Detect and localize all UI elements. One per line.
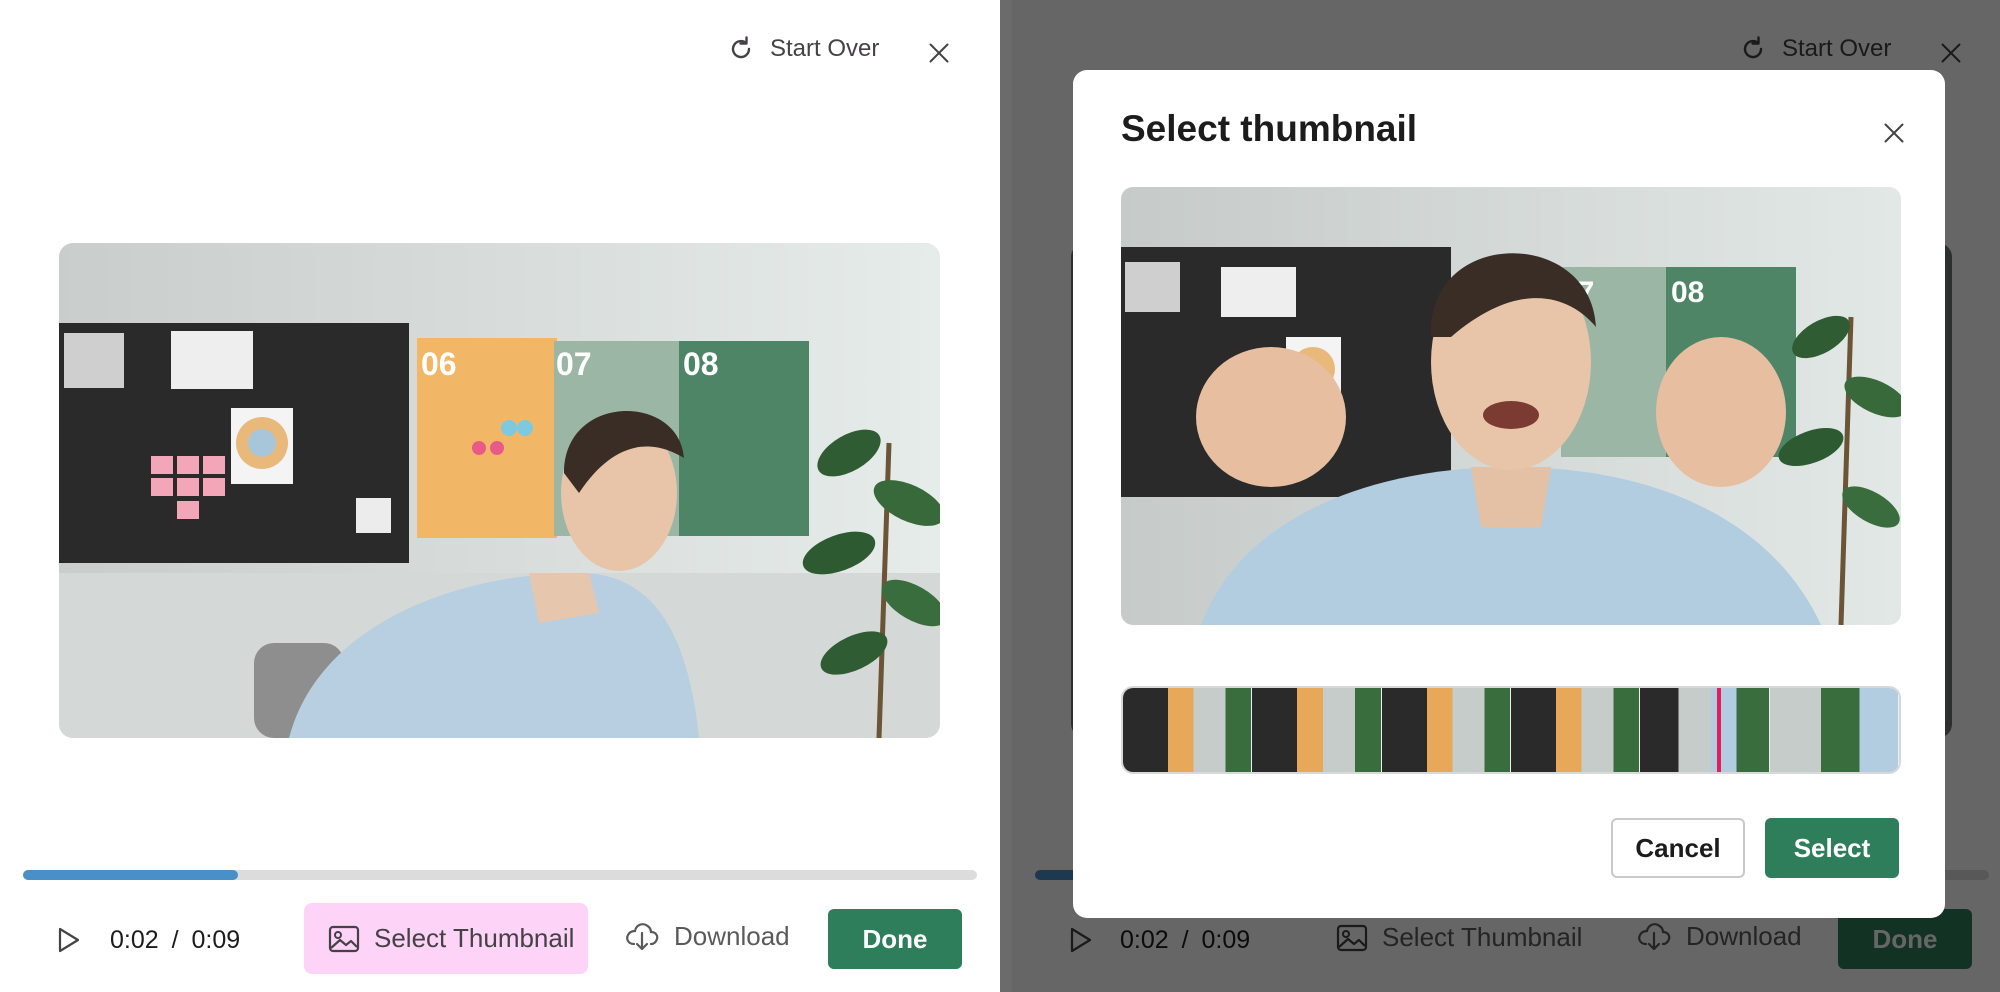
cancel-label: Cancel xyxy=(1635,832,1721,863)
select-thumbnail-button[interactable]: Select Thumbnail xyxy=(304,903,588,974)
close-icon[interactable] xyxy=(924,38,954,68)
cancel-button[interactable]: Cancel xyxy=(1611,818,1745,878)
video-preview[interactable]: 06 07 08 xyxy=(59,243,940,738)
download-label: Download xyxy=(674,920,790,951)
close-icon[interactable] xyxy=(1879,118,1909,148)
select-label: Select xyxy=(1793,832,1871,863)
time-display: 0:02 / 0:09 xyxy=(110,926,240,955)
thumbnail-filmstrip[interactable] xyxy=(1121,686,1901,774)
select-thumbnail-modal: Select thumbnail 07 08 xyxy=(1073,70,1945,918)
svg-text:08: 08 xyxy=(1671,276,1704,309)
filmstrip-frame[interactable] xyxy=(1252,688,1382,772)
start-over-label: Start Over xyxy=(770,35,880,62)
image-icon xyxy=(328,925,360,952)
play-button[interactable] xyxy=(54,926,82,959)
svg-text:08: 08 xyxy=(683,346,719,382)
time-separator: / xyxy=(171,926,179,954)
svg-text:07: 07 xyxy=(556,346,592,382)
thumbnail-preview: 07 08 xyxy=(1121,187,1901,625)
video-frame-image: 06 07 08 xyxy=(59,243,940,738)
playback-progress-bar[interactable] xyxy=(23,870,977,880)
video-editor-pane-with-modal: Start Over 0:02 / 0:09 Select Thumbnail … xyxy=(1012,0,2000,992)
refresh-icon xyxy=(731,36,751,59)
filmstrip-frame[interactable] xyxy=(1381,688,1511,772)
video-editor-pane: Start Over 06 07 08 0:02 / 0:09 Select T… xyxy=(0,0,1000,992)
current-time: 0:02 xyxy=(110,926,159,954)
filmstrip-frame[interactable] xyxy=(1640,688,1770,772)
playback-progress-fill xyxy=(23,870,238,880)
svg-text:06: 06 xyxy=(421,346,457,382)
thumbnail-frame-image: 07 08 xyxy=(1121,187,1901,625)
cloud-download-icon xyxy=(626,923,659,951)
start-over-button[interactable]: Start Over xyxy=(726,34,879,64)
select-button[interactable]: Select xyxy=(1765,818,1899,878)
total-time: 0:09 xyxy=(191,926,241,954)
done-button[interactable]: Done xyxy=(828,909,962,969)
filmstrip-frame[interactable] xyxy=(1510,688,1641,772)
select-thumbnail-label: Select Thumbnail xyxy=(374,923,575,953)
pane-divider xyxy=(1000,0,1012,992)
play-icon xyxy=(58,927,80,953)
download-button[interactable]: Download xyxy=(624,920,790,952)
modal-title: Select thumbnail xyxy=(1121,108,1418,149)
filmstrip-frame[interactable] xyxy=(1123,688,1253,772)
filmstrip-position-marker[interactable] xyxy=(1717,688,1721,772)
done-label: Done xyxy=(862,923,928,954)
filmstrip-frame[interactable] xyxy=(1769,688,1899,772)
